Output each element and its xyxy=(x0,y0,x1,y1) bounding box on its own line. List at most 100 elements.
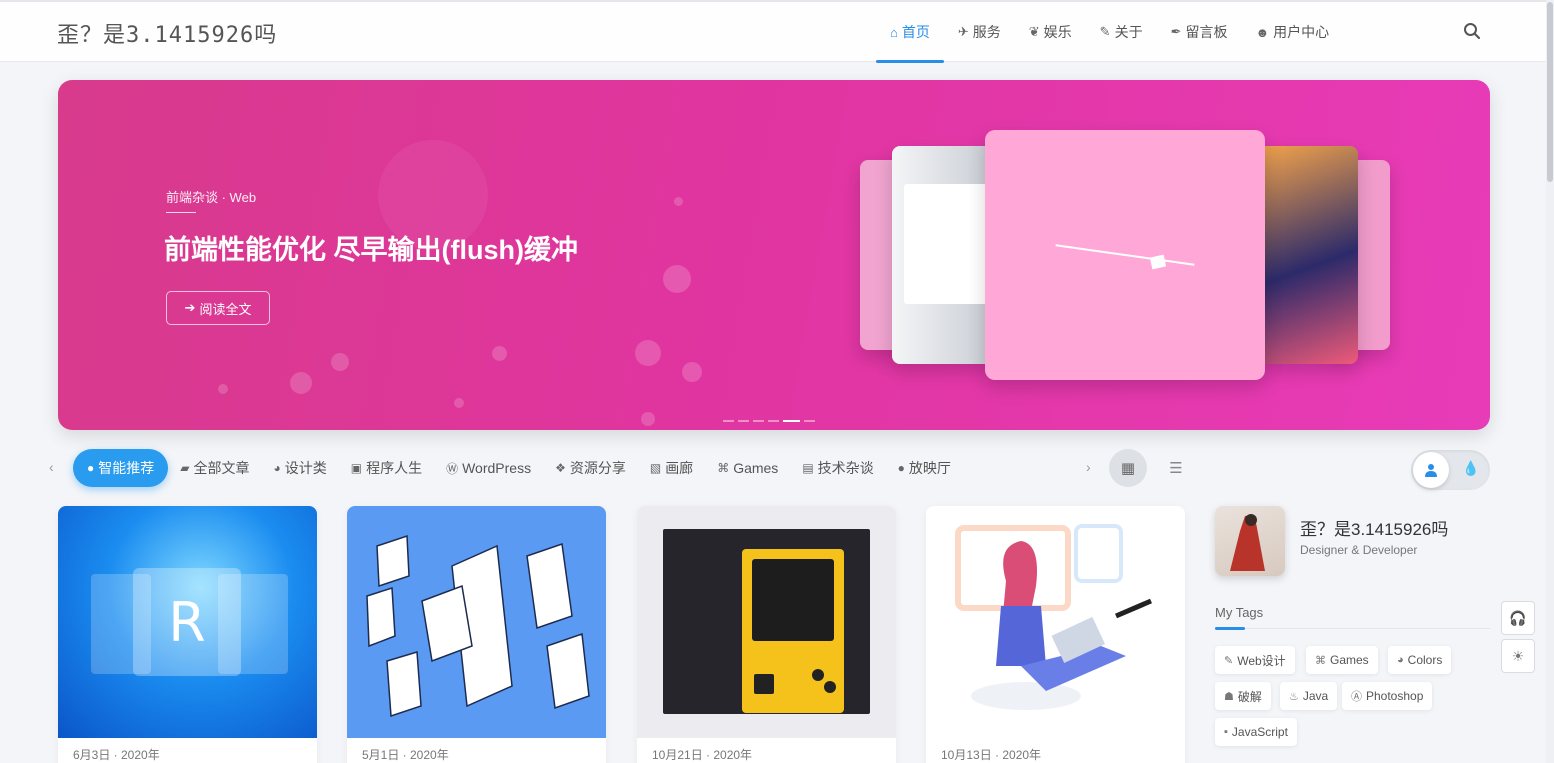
chevron-right-icon[interactable]: › xyxy=(1086,459,1091,475)
post-date: 10月21日 · 2020年 xyxy=(652,748,753,762)
plane-icon: ✈ xyxy=(957,24,969,39)
film-icon: ● xyxy=(897,461,905,475)
r-logo: R xyxy=(133,568,241,676)
hero-banner[interactable]: 前端杂谈 · Web 前端性能优化 尽早输出(flush)缓冲 ➔ 阅读全文 xyxy=(58,80,1490,430)
palette-icon: ◕ xyxy=(273,461,281,475)
blue-r-logo-thumb: R xyxy=(58,506,317,738)
java-icon: ♨ xyxy=(1289,690,1299,703)
decor-bubble xyxy=(674,197,683,206)
category-tabs: ● 智能推荐 ▰ 全部文章 ◕ 设计类 ▣ 程序人生 Ⓦ WordPress ❖ 资源分享 … xyxy=(73,449,963,487)
tag-crack[interactable]: ☗ 破解 xyxy=(1215,682,1271,710)
brush-icon: ✎ xyxy=(1224,654,1234,667)
banner-category[interactable]: 前端杂谈 · Web xyxy=(166,187,256,206)
gameboy-body xyxy=(742,549,844,713)
post-card[interactable]: 5月1日 · 2020年 xyxy=(347,506,606,763)
nav-label: 留言板 xyxy=(1185,24,1228,40)
slider-dot[interactable] xyxy=(768,420,779,422)
sun-icon[interactable]: ☀ xyxy=(1501,639,1535,673)
divider-accent xyxy=(1215,627,1245,630)
nav-label: 服务 xyxy=(972,24,1001,40)
tags-title: My Tags xyxy=(1215,605,1264,620)
gameboy-button xyxy=(812,669,824,681)
tab-wordpress[interactable]: Ⓦ WordPress xyxy=(434,449,543,487)
scrollbar-thumb[interactable] xyxy=(1547,2,1553,182)
list-view-icon[interactable]: ☰ xyxy=(1157,449,1195,487)
headset-icon[interactable]: 🎧 xyxy=(1501,601,1535,635)
tab-label: Games xyxy=(733,460,779,476)
tab-label: 智能推荐 xyxy=(98,460,155,476)
slider-pagination xyxy=(723,420,815,422)
leaf-icon: ❦ xyxy=(1028,24,1040,39)
folder-icon: ▰ xyxy=(180,461,190,475)
slider-dot-active[interactable] xyxy=(783,420,800,422)
decor-bubble xyxy=(682,362,702,382)
tab-smart-recommend[interactable]: ● 智能推荐 xyxy=(73,449,169,487)
avatar-image xyxy=(1230,514,1265,571)
retro-gameboy-thumb xyxy=(637,506,896,738)
divider xyxy=(1215,628,1490,629)
wordpress-icon: Ⓦ xyxy=(446,461,459,476)
decor-bubble xyxy=(290,372,312,394)
decor-bubble xyxy=(663,265,691,293)
tab-label: 技术杂谈 xyxy=(817,460,874,476)
avatar[interactable] xyxy=(1215,506,1285,576)
tab-label: 放映厅 xyxy=(908,460,951,476)
post-card[interactable]: 10月21日 · 2020年 xyxy=(637,506,896,763)
home-icon: ⌂ xyxy=(890,24,898,40)
post-card[interactable]: 10月13日 · 2020年 xyxy=(926,506,1185,763)
slider-dot[interactable] xyxy=(804,420,815,422)
search-icon[interactable] xyxy=(1463,22,1483,42)
nav-item-guestbook[interactable]: ✒ 留言板 xyxy=(1157,2,1242,62)
tab-resource-share[interactable]: ❖ 资源分享 xyxy=(543,449,638,487)
decor-bubble xyxy=(454,398,464,408)
palette-icon: ◕ xyxy=(1397,654,1404,666)
read-more-button[interactable]: ➔ 阅读全文 xyxy=(166,291,270,325)
nav-item-user-center[interactable]: ☻ 用户中心 xyxy=(1241,2,1343,62)
grid-view-icon[interactable]: ▦ xyxy=(1109,449,1147,487)
tag-games[interactable]: ⌘ Games xyxy=(1306,646,1378,674)
stack-card-left xyxy=(892,146,992,364)
banner-title[interactable]: 前端性能优化 尽早输出(flush)缓冲 xyxy=(164,228,578,267)
tag-colors[interactable]: ◕ Colors xyxy=(1388,646,1452,674)
slide-illustration xyxy=(1055,244,1195,270)
stack-card-center xyxy=(985,130,1265,380)
nav-item-services[interactable]: ✈ 服务 xyxy=(944,2,1015,62)
tag-label: Photoshop xyxy=(1366,689,1424,703)
tag-label: Colors xyxy=(1407,653,1443,667)
nav-item-about[interactable]: ✎ 关于 xyxy=(1086,2,1157,62)
tag-java[interactable]: ♨ Java xyxy=(1280,682,1338,710)
theme-toggle[interactable]: 💧 xyxy=(1411,450,1490,490)
slider-dot[interactable] xyxy=(723,420,734,422)
isometric-illustration xyxy=(366,534,590,718)
tag-photoshop[interactable]: Ⓐ Photoshop xyxy=(1342,682,1433,710)
decor-bubble xyxy=(641,412,655,426)
tab-design[interactable]: ◕ 设计类 xyxy=(261,449,338,487)
page-scrollbar[interactable] xyxy=(1546,0,1554,763)
post-date: 6月3日 · 2020年 xyxy=(73,748,160,762)
tab-programmer-life[interactable]: ▣ 程序人生 xyxy=(339,449,434,487)
tab-label: 画廊 xyxy=(665,460,694,476)
tab-cinema[interactable]: ● 放映厅 xyxy=(886,449,963,487)
tag-javascript[interactable]: ▪ JavaScript xyxy=(1215,718,1297,746)
nav-item-home[interactable]: ⌂ 首页 xyxy=(876,2,944,63)
tab-label: WordPress xyxy=(462,460,532,476)
slider-dot[interactable] xyxy=(753,420,764,422)
nav-label: 用户中心 xyxy=(1273,24,1330,40)
tab-games[interactable]: ⌘ Games xyxy=(705,449,790,487)
bulb-icon: ● xyxy=(87,461,95,475)
slider-dot[interactable] xyxy=(738,420,749,422)
tab-all-articles[interactable]: ▰ 全部文章 xyxy=(168,449,261,487)
tab-gallery[interactable]: ▧ 画廊 xyxy=(638,449,705,487)
tab-label: 设计类 xyxy=(284,460,327,476)
tab-tech-talk[interactable]: ▤ 技术杂谈 xyxy=(790,449,885,487)
tag-web-design[interactable]: ✎ Web设计 xyxy=(1215,646,1295,674)
site-logo[interactable]: 歪？是3.1415926吗 xyxy=(57,17,277,49)
decor-bubble xyxy=(331,353,349,371)
post-card[interactable]: R 6月3日 · 2020年 xyxy=(58,506,317,763)
nav-item-entertainment[interactable]: ❦ 娱乐 xyxy=(1015,2,1086,62)
user-icon xyxy=(1413,452,1449,488)
edit-icon: ✎ xyxy=(1099,24,1111,39)
js-icon: ▪ xyxy=(1224,726,1228,738)
pen-icon: ✒ xyxy=(1170,24,1182,39)
chevron-left-icon[interactable]: ‹ xyxy=(49,459,54,475)
